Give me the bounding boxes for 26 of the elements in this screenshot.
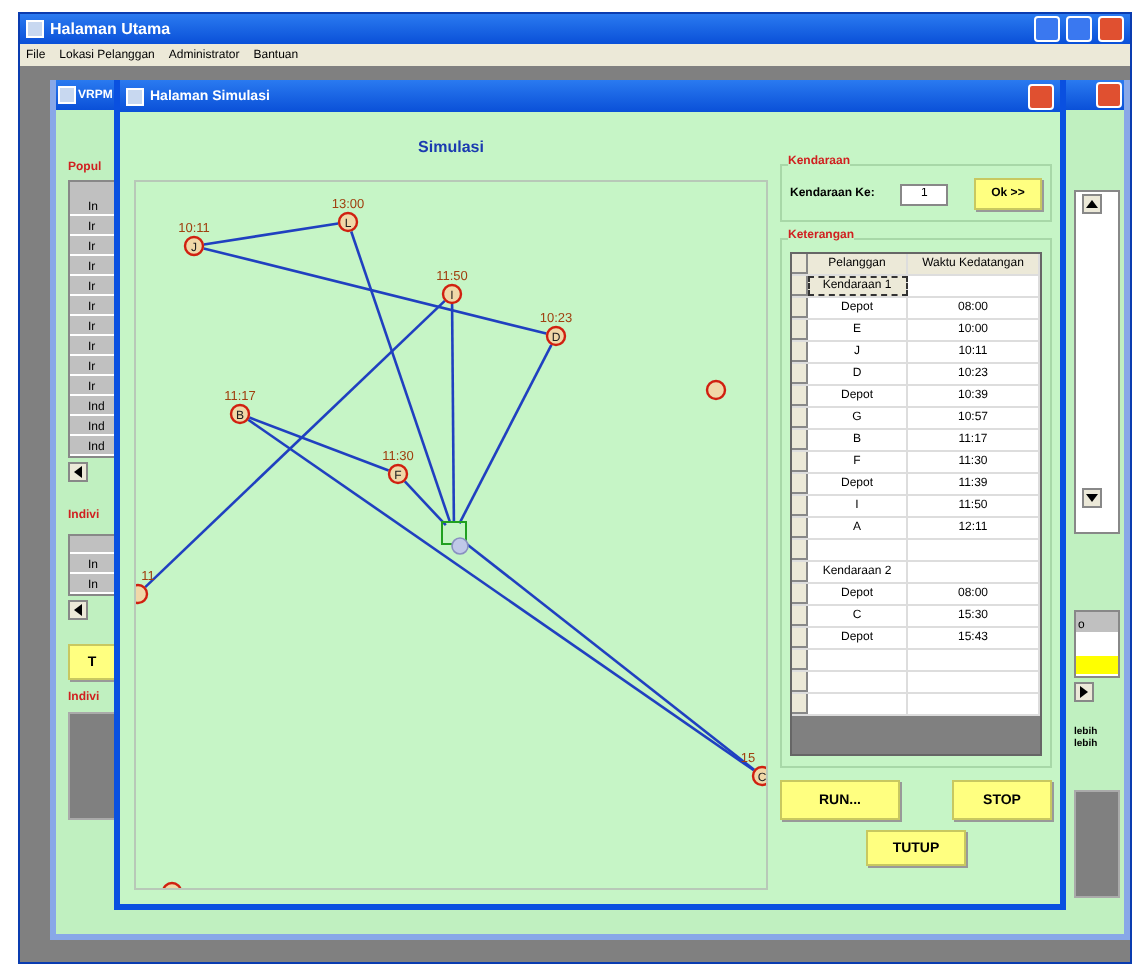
triangle-icon: [1084, 196, 1100, 212]
customer-node: [705, 379, 727, 401]
list-panel: [68, 712, 116, 820]
minimize-button[interactable]: [1034, 16, 1060, 42]
customer-node: [136, 583, 149, 605]
window-icon: [26, 20, 44, 38]
restore-button[interactable]: [1066, 16, 1092, 42]
close-button[interactable]: [1098, 16, 1124, 42]
triangle-icon: [70, 464, 86, 480]
scroll-left-button[interactable]: [68, 600, 88, 620]
depot-icon: [441, 521, 469, 555]
window-icon: [126, 87, 144, 105]
simulation-heading: Simulasi: [418, 137, 484, 155]
customer-node: [161, 881, 183, 888]
triangle-icon: [1084, 490, 1100, 506]
close-button[interactable]: [1096, 82, 1122, 108]
triangle-icon: [1076, 684, 1092, 700]
scroll-down-button[interactable]: [1082, 488, 1102, 508]
scroll-up-button[interactable]: [1082, 194, 1102, 214]
list-panel: [1074, 790, 1120, 898]
triangle-icon: [70, 602, 86, 618]
window-icon: [58, 86, 76, 104]
window-title: Halaman Utama: [50, 20, 173, 38]
scroll-left-button[interactable]: [68, 462, 88, 482]
close-button[interactable]: [1028, 83, 1054, 109]
scroll-right-button[interactable]: [1074, 682, 1094, 702]
